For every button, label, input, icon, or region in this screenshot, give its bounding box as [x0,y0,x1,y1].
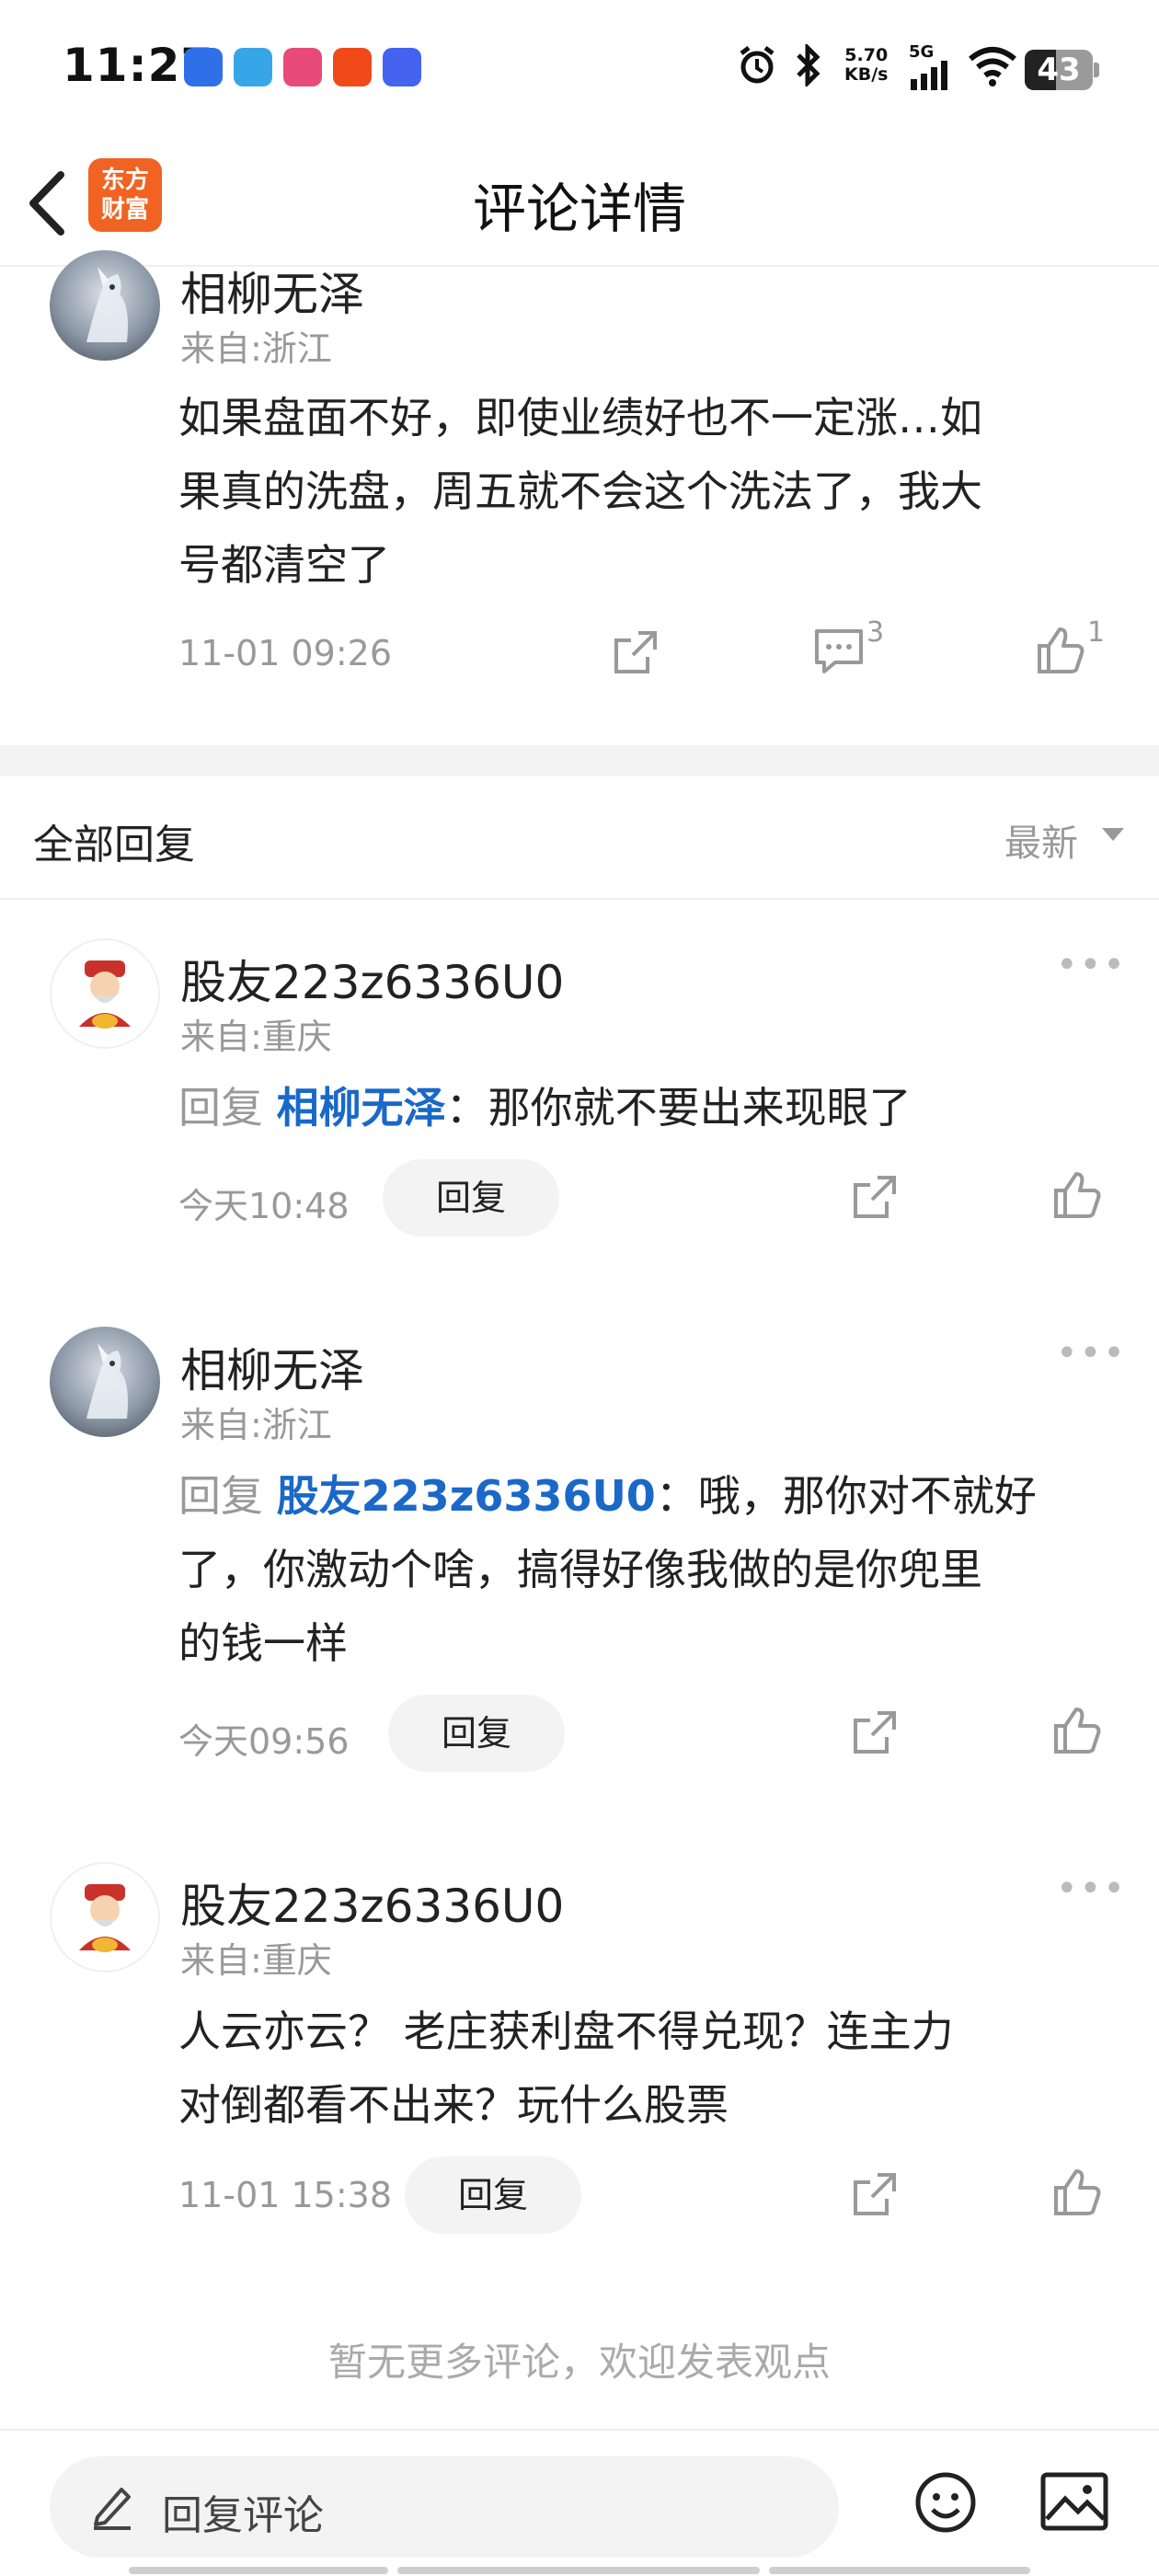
avatar[interactable] [50,938,160,1049]
app-notification-icon [184,48,223,86]
pencil-icon [94,2488,131,2530]
net-speed: 5.70 KB/s [844,46,888,85]
reply-time: 11-01 15:38 [178,2175,393,2215]
comment-line: 如果盘面不好，即使业绩好也不一定涨…如 [178,393,982,443]
username[interactable]: 相柳无泽 [180,1334,364,1400]
username[interactable]: 股友223z6336U0 [180,946,564,1012]
region-label: 来自:浙江 [180,1405,332,1445]
like-icon[interactable] [1052,1170,1102,1220]
more-icon[interactable]: ••• [1056,1868,1127,1910]
region-label: 来自:重庆 [180,1017,332,1057]
comment-line: 号都清空了 [178,540,390,590]
like-icon[interactable] [1052,2168,1102,2217]
username[interactable]: 股友223z6336U0 [180,1869,564,1936]
nav-gesture-bar [129,2567,388,2574]
sort-selector[interactable]: 最新 [1004,813,1078,867]
reply-button[interactable]: 回复 [383,1159,559,1236]
nav-header: 东方 财富 评论详情 [0,138,1159,267]
page-title: 评论详情 [472,178,686,240]
bottom-bar: 回复评论 [0,2429,1159,2576]
no-more-comments-note: 暂无更多评论，欢迎发表观点 [327,2340,831,2385]
reply-text: 的钱一样 [178,1618,348,1668]
reply-text: ：那你就不要出来现眼了 [445,1083,912,1133]
username[interactable]: 相柳无泽 [180,258,364,324]
reply-body: 回复 股友223z6336U0：哦，那你对不就好 了，你激动个啥，搞得好像我做的… [178,1459,1135,1680]
region-label: 来自:浙江 [180,328,332,369]
net-speed-unit: KB/s [844,64,889,85]
mention-link[interactable]: 相柳无泽 [277,1083,446,1133]
battery-nub [1094,63,1099,77]
nav-gesture-bar [397,2567,760,2574]
image-icon[interactable] [1039,2471,1109,2532]
section-divider [0,745,1159,776]
like-icon[interactable] [1036,626,1085,675]
avatar[interactable] [50,1327,160,1437]
reply-time: 今天10:48 [178,1186,350,1226]
caishen-avatar-icon [79,960,131,1029]
comment-line: 果真的洗盘，周五就不会这个洗法了，我大 [178,466,982,516]
dragon-avatar-icon [86,1343,128,1419]
comment-time: 11-01 09:26 [178,633,393,673]
nav-gesture-bar [769,2567,1030,2574]
screen: 11:27 5.70 KB/s 5G 43 东方 财富 评论详情 相柳无泽 来自… [0,0,1159,2576]
more-icon[interactable]: ••• [1056,1332,1127,1374]
vivo-icon [383,48,421,86]
net-speed-value: 5.70 [844,45,889,65]
share-icon[interactable] [850,2169,900,2219]
comment-body: 如果盘面不好，即使业绩好也不一定涨…如 果真的洗盘，周五就不会这个洗法了，我大 … [178,381,1117,602]
wifi-icon [969,47,1016,86]
status-bar: 11:27 5.70 KB/s 5G 43 [0,0,1159,138]
reply-text: 对倒都看不出来？玩什么股票 [178,2080,729,2130]
dragon-avatar-icon [86,267,128,342]
bluetooth-icon [797,44,820,86]
chevron-down-icon[interactable] [1102,828,1124,841]
region-label: 来自:重庆 [180,1940,332,1981]
reply-text: ：哦，那你对不就好 [655,1471,1037,1521]
reply-text: 了，你激动个啥，搞得好像我做的是你兜里 [178,1545,982,1594]
share-icon[interactable] [850,1708,900,1757]
telegram-icon [234,48,272,86]
section-title: 全部回复 [33,822,195,868]
reply-input-placeholder[interactable]: 回复评论 [162,2482,324,2541]
reply-text: 人云亦云？ 老庄获利盘不得兑现？连主力 [178,2007,954,2056]
reply-time: 今天09:56 [178,1721,350,1762]
signal-icon [911,61,947,90]
emoji-icon[interactable] [912,2469,979,2536]
caishen-avatar-icon [79,1884,131,1952]
reply-prefix: 回复 [178,1471,277,1521]
mention-link[interactable]: 股友223z6336U0 [277,1471,656,1521]
battery-icon: 43 [1025,50,1093,90]
comment-count: 3 [866,616,885,649]
share-icon[interactable] [611,627,660,677]
avatar[interactable] [50,1862,160,1972]
reply-body: 回复 相柳无泽：那你就不要出来现眼了 [178,1071,1135,1144]
reply-button[interactable]: 回复 [405,2156,581,2234]
reply-prefix: 回复 [178,1083,277,1133]
bilibili-icon [283,48,322,86]
battery-level: 43 [1037,52,1081,88]
more-icon[interactable]: ••• [1056,944,1127,986]
reply-body: 人云亦云？ 老庄获利盘不得兑现？连主力 对倒都看不出来？玩什么股票 [178,1995,1135,2142]
taobao-icon [333,48,372,86]
comment-icon[interactable] [813,627,865,675]
like-icon[interactable] [1052,1706,1102,1755]
alarm-icon [740,46,775,84]
share-icon[interactable] [850,1172,900,1222]
divider [0,898,1159,900]
avatar[interactable] [50,250,160,361]
like-count: 1 [1087,616,1106,649]
reply-button[interactable]: 回复 [388,1695,565,1772]
